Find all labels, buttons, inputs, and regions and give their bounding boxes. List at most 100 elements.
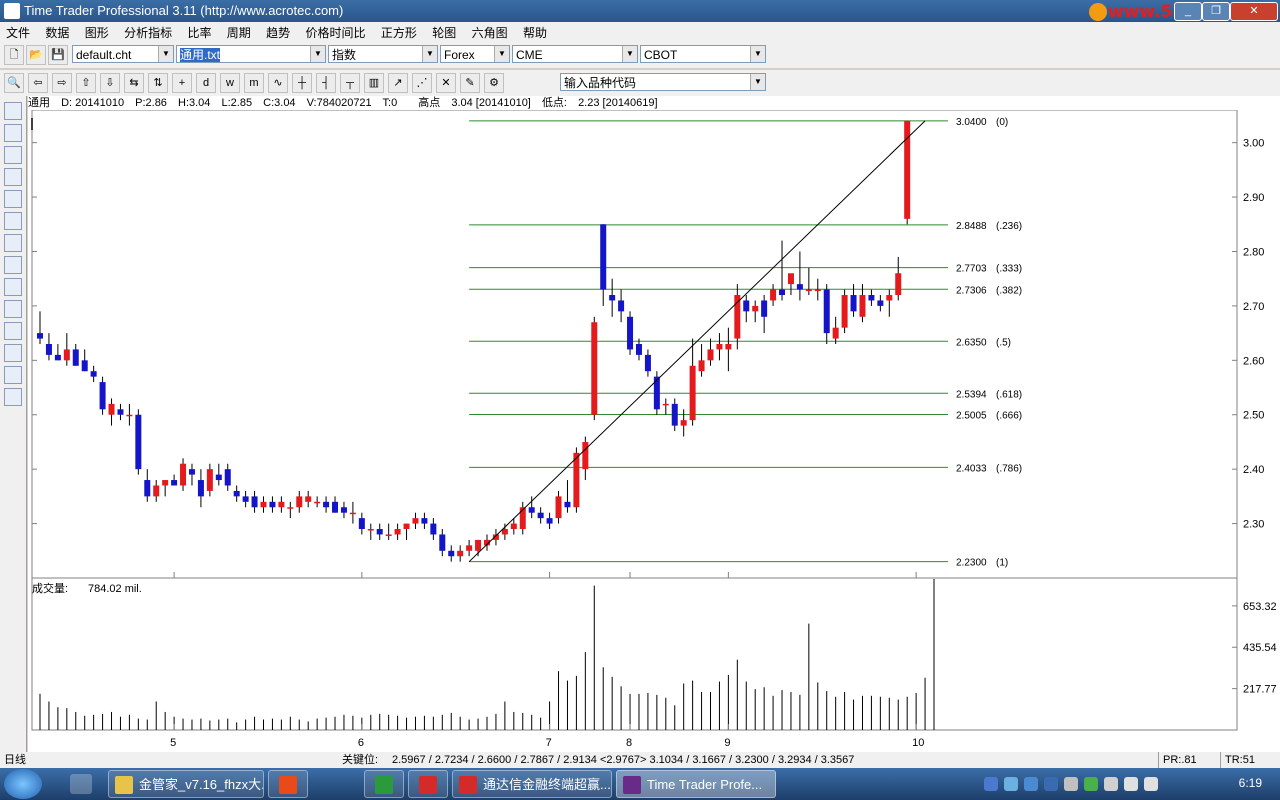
drawing-tool-13-icon[interactable] bbox=[4, 366, 22, 384]
chevron-down-icon[interactable]: ▼ bbox=[310, 46, 325, 62]
fan-icon[interactable]: ⋰ bbox=[412, 73, 432, 93]
restore-button[interactable]: ❐ bbox=[1202, 2, 1230, 21]
chevron-down-icon[interactable]: ▼ bbox=[622, 46, 637, 62]
candle-body bbox=[770, 289, 777, 301]
fit-vertical-icon[interactable]: ⇅ bbox=[148, 73, 168, 93]
drawing-tool-7-icon[interactable] bbox=[4, 234, 22, 252]
candle-body bbox=[126, 414, 133, 417]
title-bar: Time Trader Professional 3.11 (http://ww… bbox=[0, 0, 1280, 22]
settings-icon[interactable]: ⚙ bbox=[484, 73, 504, 93]
menu-price-time-ratio[interactable]: 价格时间比 bbox=[300, 22, 372, 43]
drawing-tool-8-icon[interactable] bbox=[4, 256, 22, 274]
help-icon[interactable] bbox=[984, 777, 998, 791]
fit-horizontal-icon[interactable]: ⇆ bbox=[124, 73, 144, 93]
price-chart-svg[interactable]: 成交量: 784.02 mil. 3.0400 (0) 2.8488 (.236) 2.… bbox=[28, 109, 1280, 752]
chevron-down-icon[interactable]: ▼ bbox=[158, 46, 173, 62]
drawing-tool-1-icon[interactable] bbox=[4, 102, 22, 120]
ohlc-icon[interactable]: ┬ bbox=[340, 73, 360, 93]
candle-body bbox=[260, 501, 267, 508]
trendline-icon[interactable]: ↗ bbox=[388, 73, 408, 93]
battery-icon[interactable] bbox=[1144, 777, 1158, 791]
menu-ratio[interactable]: 比率 bbox=[181, 22, 217, 43]
minimize-button[interactable]: _ bbox=[1174, 2, 1202, 21]
menu-help[interactable]: 帮助 bbox=[517, 22, 553, 43]
line-chart-icon[interactable]: ∿ bbox=[268, 73, 288, 93]
drawing-tool-2-icon[interactable] bbox=[4, 124, 22, 142]
open-folder-icon[interactable]: 📂 bbox=[26, 45, 46, 65]
drawing-tool-5-icon[interactable] bbox=[4, 190, 22, 208]
volume-icon[interactable] bbox=[1104, 777, 1118, 791]
x-axis-tick-label: 7 bbox=[546, 737, 552, 749]
zoom-icon[interactable]: 🔍 bbox=[4, 73, 24, 93]
candle-icon[interactable]: ▥ bbox=[364, 73, 384, 93]
candle-body bbox=[72, 349, 79, 366]
menu-wheel[interactable]: 轮图 bbox=[426, 22, 462, 43]
keyboard-icon[interactable] bbox=[1064, 777, 1078, 791]
start-button[interactable] bbox=[4, 769, 42, 799]
task-app-green[interactable] bbox=[364, 770, 404, 798]
left-icon[interactable]: ⇦ bbox=[28, 73, 48, 93]
up-icon[interactable]: ⇧ bbox=[76, 73, 96, 93]
menu-file[interactable]: 文件 bbox=[0, 22, 36, 43]
new-file-icon[interactable]: 🗋 bbox=[4, 45, 24, 65]
close-button[interactable]: ✕ bbox=[1230, 2, 1278, 21]
candle-body bbox=[421, 518, 428, 524]
drawing-tool-3-icon[interactable] bbox=[4, 146, 22, 164]
hlc-icon[interactable]: ┤ bbox=[316, 73, 336, 93]
drawing-tool-6-icon[interactable] bbox=[4, 212, 22, 230]
candle-body bbox=[662, 403, 669, 406]
task-tongdaxin[interactable]: 通达信金融终端超赢... bbox=[452, 770, 612, 798]
chart-file-select[interactable]: default.cht ▼ bbox=[72, 45, 174, 63]
browser-quicklaunch-icon[interactable] bbox=[70, 774, 92, 794]
security-icon[interactable] bbox=[1044, 777, 1058, 791]
save-icon[interactable]: 💾 bbox=[48, 45, 68, 65]
high-point-label: 高点 bbox=[418, 97, 441, 109]
task-media[interactable] bbox=[268, 770, 308, 798]
right-icon[interactable]: ⇨ bbox=[52, 73, 72, 93]
antivirus-icon[interactable] bbox=[1084, 777, 1098, 791]
drawing-tool-9-icon[interactable] bbox=[4, 278, 22, 296]
chevron-down-icon[interactable]: ▼ bbox=[750, 74, 765, 90]
symbol-input[interactable]: 输入品种代码 ▼ bbox=[560, 73, 766, 91]
menu-data[interactable]: 数据 bbox=[39, 22, 75, 43]
chevron-down-icon[interactable]: ▼ bbox=[422, 46, 437, 62]
monthly-icon[interactable]: m bbox=[244, 73, 264, 93]
menu-square[interactable]: 正方形 bbox=[375, 22, 423, 43]
task-jinguanjia[interactable]: 金管家_v7.16_fhzx大... bbox=[108, 770, 264, 798]
drawing-tool-11-icon[interactable] bbox=[4, 322, 22, 340]
signal-icon[interactable] bbox=[1124, 777, 1138, 791]
crosshair-icon[interactable]: + bbox=[172, 73, 192, 93]
media-player-icon bbox=[279, 776, 297, 794]
menu-trend[interactable]: 趋势 bbox=[260, 22, 296, 43]
menu-hexagon[interactable]: 六角图 bbox=[466, 22, 514, 43]
delete-icon[interactable]: ✕ bbox=[436, 73, 456, 93]
market-select-cme[interactable]: CME ▼ bbox=[512, 45, 638, 63]
daily-icon[interactable]: d bbox=[196, 73, 216, 93]
down-icon[interactable]: ⇩ bbox=[100, 73, 120, 93]
drawing-tool-14-icon[interactable] bbox=[4, 388, 22, 406]
shield-icon[interactable] bbox=[1024, 777, 1038, 791]
candle-body bbox=[787, 273, 794, 285]
chart-area[interactable]: 成交量: 784.02 mil. 3.0400 (0) 2.8488 (.236) 2.… bbox=[28, 109, 1280, 752]
drawing-tool-10-icon[interactable] bbox=[4, 300, 22, 318]
weekly-icon[interactable]: w bbox=[220, 73, 240, 93]
candle-body bbox=[323, 501, 330, 508]
candle-body bbox=[627, 316, 634, 350]
menu-period[interactable]: 周期 bbox=[221, 22, 257, 43]
candle-body bbox=[206, 469, 213, 491]
menu-indicators[interactable]: 分析指标 bbox=[118, 22, 178, 43]
chevron-down-icon[interactable]: ▼ bbox=[750, 46, 765, 62]
network-icon[interactable] bbox=[1004, 777, 1018, 791]
task-time-trader[interactable]: Time Trader Profe... bbox=[616, 770, 776, 798]
drawing-tool-12-icon[interactable] bbox=[4, 344, 22, 362]
drawing-tool-4-icon[interactable] bbox=[4, 168, 22, 186]
bar-chart-icon[interactable]: ┼ bbox=[292, 73, 312, 93]
data-file-select[interactable]: 通用.txt ▼ bbox=[176, 45, 326, 63]
market-select-cbot[interactable]: CBOT ▼ bbox=[640, 45, 766, 63]
menu-graph[interactable]: 图形 bbox=[79, 22, 115, 43]
index-select[interactable]: 指数 ▼ bbox=[328, 45, 438, 63]
market-select-forex[interactable]: Forex ▼ bbox=[440, 45, 510, 63]
task-app-red[interactable] bbox=[408, 770, 448, 798]
chevron-down-icon[interactable]: ▼ bbox=[494, 46, 509, 62]
draw-icon[interactable]: ✎ bbox=[460, 73, 480, 93]
